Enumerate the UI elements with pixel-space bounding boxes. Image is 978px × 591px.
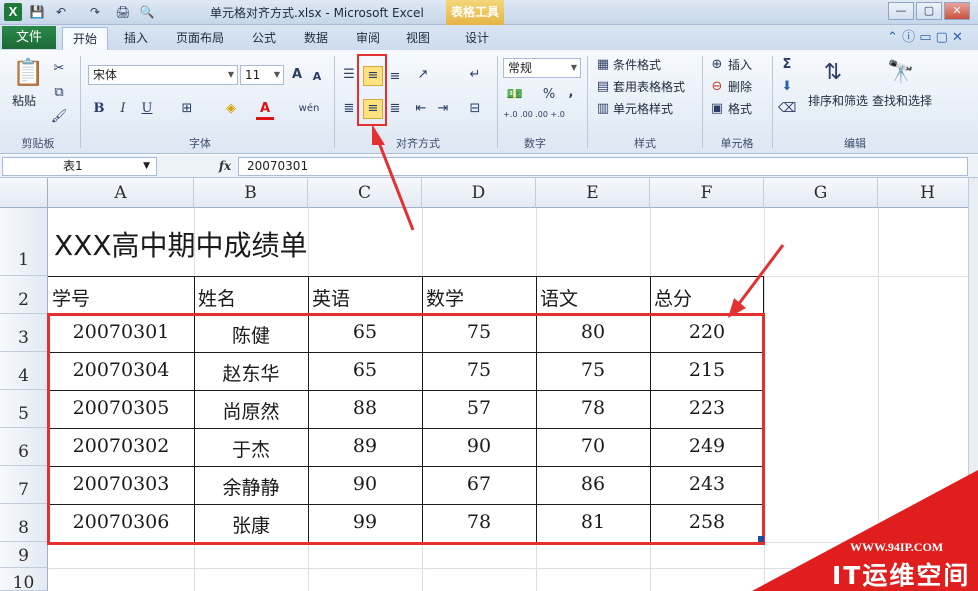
watermark-text: IT运维空间 — [832, 561, 971, 590]
annotation-arrow — [376, 139, 415, 231]
annotation-arrowhead — [372, 124, 385, 145]
watermark-url: WWW.94IP.COM — [850, 540, 944, 554]
annotation-arrowhead — [728, 298, 746, 318]
annotation-arrow — [736, 244, 785, 306]
watermark: WWW.94IP.COM IT运维空间 — [740, 470, 978, 591]
